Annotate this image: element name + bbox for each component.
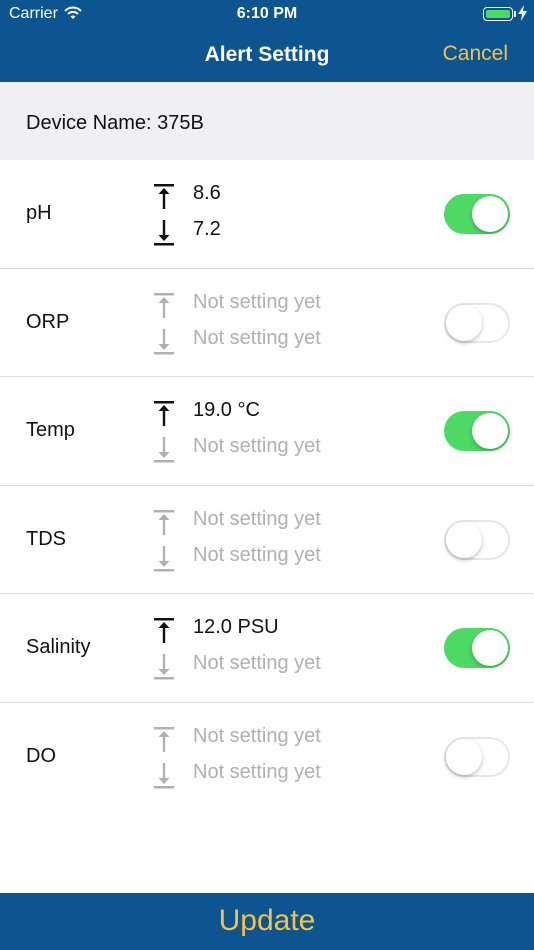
alert-toggle[interactable] [444,628,510,668]
upper-limit-value: 19.0 °C [193,399,260,421]
device-header: Device Name: 375B [0,82,534,160]
sensor-row-do[interactable]: DO Not setting yet Not setting yet [0,703,534,812]
toggle-knob [472,196,508,232]
toggle-knob [472,413,508,449]
sensor-name: DO [26,744,56,767]
lower-limit-value: Not setting yet [193,326,321,349]
toggle-knob [446,521,482,558]
sensor-name: pH [26,202,52,224]
sensor-name: TDS [26,527,66,550]
top-bar: Carrier 6:10 PM Alert Setting Cancel [0,0,534,82]
sensor-name: Temp [26,419,75,441]
charging-bolt-icon [518,5,527,26]
sensor-row-salinity[interactable]: Salinity 12.0 PSU Not setting yet [0,594,534,703]
battery-tip [514,11,516,17]
upper-limit-value: Not setting yet [193,507,321,530]
status-bar: Carrier 6:10 PM [0,0,534,28]
update-button[interactable]: Update [0,893,534,950]
lower-limit-value: 7.2 [193,218,221,240]
sensor-row-ph[interactable]: pH 8.6 7.2 [0,160,534,269]
upper-limit-value: 12.0 PSU [193,616,279,638]
toggle-knob [472,630,508,666]
lower-limit-value: Not setting yet [193,435,321,457]
sensor-name: Salinity [26,636,91,658]
sensor-list: pH 8.6 7.2 ORP Not setting yet Not setting ye… [0,160,534,811]
alert-toggle[interactable] [444,519,510,560]
lower-limit-value: Not setting yet [193,543,321,566]
alert-toggle[interactable] [444,736,510,777]
lower-limit-value: Not setting yet [193,760,321,783]
alert-toggle[interactable] [444,411,510,451]
sensor-row-temp[interactable]: Temp 19.0 °C Not setting yet [0,377,534,486]
cancel-button[interactable]: Cancel [443,42,508,66]
alert-toggle[interactable] [444,194,510,234]
upper-limit-value: 8.6 [193,182,221,204]
toggle-knob [446,304,482,341]
sensor-row-tds[interactable]: TDS Not setting yet Not setting yet [0,486,534,594]
sensor-name: ORP [26,310,70,333]
sensor-row-orp[interactable]: ORP Not setting yet Not setting yet [0,269,534,377]
alert-toggle[interactable] [444,302,510,343]
upper-limit-value: Not setting yet [193,724,321,747]
alert-setting-screen: Carrier 6:10 PM Alert Setting Cancel Dev… [0,0,534,950]
battery-icon [483,7,513,21]
lower-limit-value: Not setting yet [193,652,321,674]
status-time: 6:10 PM [236,5,298,22]
update-label: Update [218,904,316,937]
toggle-knob [446,738,482,775]
device-name-label: Device Name: 375B [26,112,204,134]
upper-limit-value: Not setting yet [193,290,321,313]
